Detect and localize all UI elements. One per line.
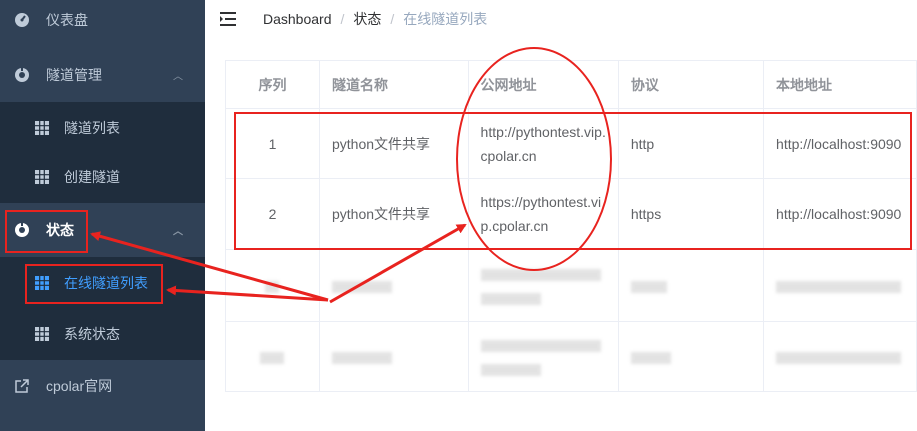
annotation-arrows bbox=[90, 223, 467, 304]
arrow-to-public-url bbox=[329, 223, 467, 304]
arrow-to-online-tunnels bbox=[166, 285, 329, 302]
arrow-to-status bbox=[90, 231, 329, 302]
